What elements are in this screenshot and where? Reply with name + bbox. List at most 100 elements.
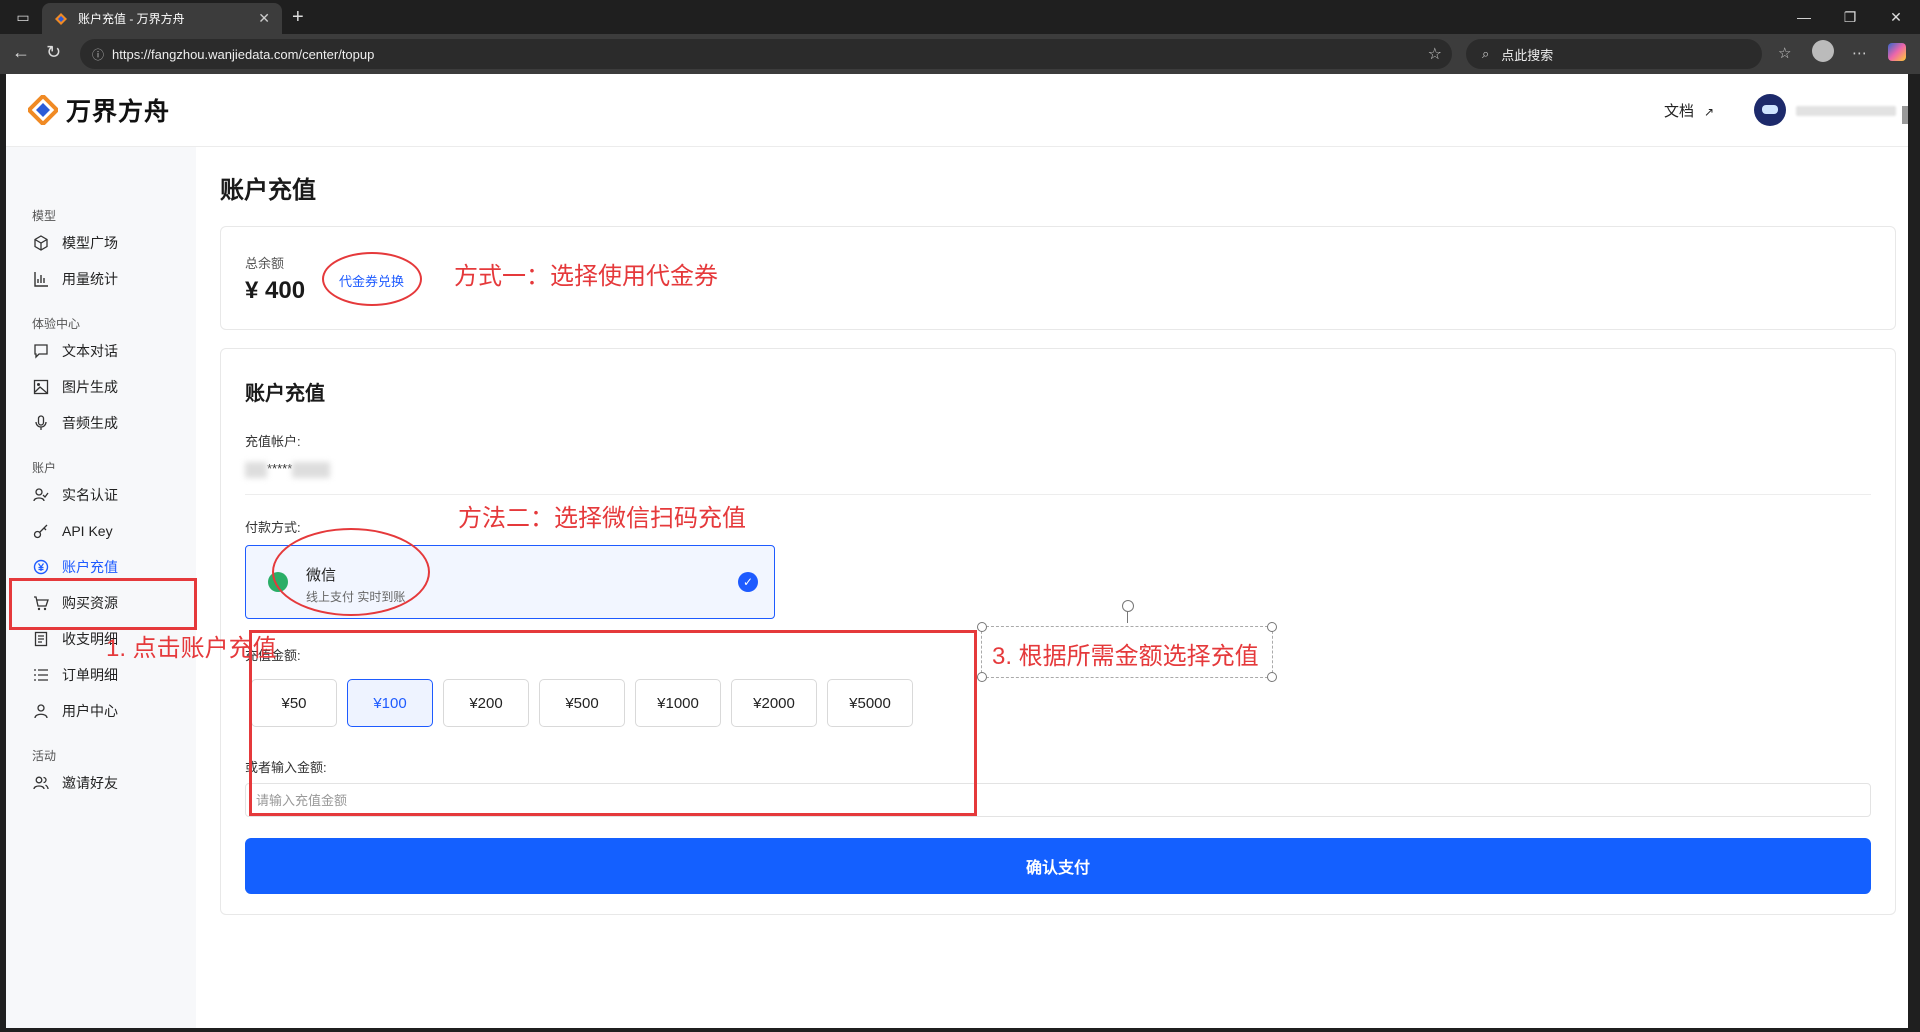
sidebar-section-activity: 活动 [32, 749, 57, 763]
browser-tab-bar: ▭ 账户充值 - 万界方舟 ✕ + — ❐ ✕ [0, 0, 1920, 34]
tab-close-icon[interactable]: ✕ [258, 10, 270, 27]
user-check-icon [32, 486, 50, 504]
docs-link[interactable]: 文档 ↗ [1664, 100, 1714, 121]
sidebar-item-label: 图片生成 [62, 379, 118, 395]
sidebar-item-image-gen[interactable]: 图片生成 [32, 375, 118, 399]
resize-handle[interactable] [1267, 672, 1277, 682]
browser-tab[interactable]: 账户充值 - 万界方舟 ✕ [42, 3, 282, 34]
tab-title: 账户充值 - 万界方舟 [78, 12, 185, 26]
sidebar-item-label: 实名认证 [62, 487, 118, 503]
balance-value: ¥ 400 [245, 277, 306, 304]
resize-handle[interactable] [977, 622, 987, 632]
restore-icon[interactable]: ❐ [1827, 0, 1873, 34]
sidebar-item-label: 用户中心 [62, 703, 118, 719]
account-masked: ***** [267, 461, 293, 476]
user-icon [32, 702, 50, 720]
site-header: 万界方舟 文档 ↗ [6, 74, 1908, 147]
sidebar-item-user-center[interactable]: 用户中心 [32, 699, 118, 723]
sidebar-item-orders[interactable]: 订单明细 [32, 663, 118, 687]
annotation-ellipse-voucher [322, 252, 422, 306]
rotate-handle[interactable] [1122, 600, 1134, 612]
annotation-rect-topup [9, 578, 197, 630]
minimize-icon[interactable]: — [1781, 0, 1827, 34]
url-text: https://fangzhou.wanjiedata.com/center/t… [112, 46, 375, 62]
more-icon[interactable]: ⋯ [1852, 44, 1867, 62]
sidebar-item-label: 模型广场 [62, 235, 118, 251]
window-close-icon[interactable]: ✕ [1873, 0, 1919, 34]
annotation-ellipse-wechat [272, 528, 430, 616]
browser-search-box[interactable]: ⌕ 点此搜索 [1466, 39, 1762, 69]
list-icon [32, 666, 50, 684]
sidebar-section-model: 模型 [32, 209, 57, 223]
chat-icon [32, 342, 50, 360]
sidebar-item-label: 订单明细 [62, 667, 118, 683]
sidebar-item-label: 音频生成 [62, 415, 118, 431]
sidebar-item-text-chat[interactable]: 文本对话 [32, 339, 118, 363]
sidebar-item-invite[interactable]: 邀请好友 [32, 771, 118, 795]
sidebar-item-label: 文本对话 [62, 343, 118, 359]
sidebar-item-model-square[interactable]: 模型广场 [32, 231, 118, 255]
logo[interactable]: 万界方舟 [28, 92, 170, 128]
doc-icon [32, 630, 50, 648]
address-bar[interactable]: ⓘ https://fangzhou.wanjiedata.com/center… [80, 39, 1452, 69]
profile-icon[interactable] [1812, 40, 1834, 62]
resize-handle[interactable] [977, 672, 987, 682]
favorite-star-icon[interactable]: ☆ [1428, 44, 1442, 64]
confirm-pay-button[interactable]: 确认支付 [245, 838, 1871, 894]
sidebar-item-api-key[interactable]: API Key [32, 519, 113, 543]
blurred-text [292, 461, 331, 478]
sidebar-item-label: 账户充值 [62, 559, 118, 575]
sidebar-item-audio-gen[interactable]: 音频生成 [32, 411, 118, 435]
page-title: 账户充值 [220, 177, 316, 204]
avatar[interactable] [1754, 94, 1786, 126]
sidebar-item-label: 邀请好友 [62, 775, 118, 791]
topup-card-title: 账户充值 [245, 383, 325, 405]
browser-toolbar: ← ↻ ⓘ https://fangzhou.wanjiedata.com/ce… [0, 34, 1920, 74]
users-icon [32, 774, 50, 792]
web-page: 万界方舟 文档 ↗ 模型 模型广场 用量统计 体验中心 文本对话 图片生成 音频… [6, 74, 1908, 1028]
annotation-textbox[interactable]: 3. 根据所需金额选择充值 [981, 626, 1273, 678]
check-icon: ✓ [738, 572, 758, 592]
search-placeholder: 点此搜索 [1501, 47, 1554, 63]
balance-label: 总余额 [245, 256, 285, 271]
external-link-icon: ↗ [1704, 105, 1715, 119]
yen-icon [32, 558, 50, 576]
account-label: 充值帐户: [245, 434, 301, 449]
scrollbar-thumb[interactable] [1902, 106, 1908, 124]
blurred-text [245, 461, 267, 478]
reload-icon[interactable]: ↻ [46, 42, 61, 63]
divider [245, 494, 1871, 495]
sidebar-section-account: 账户 [32, 461, 57, 475]
favicon-icon [55, 12, 67, 25]
site-info-icon[interactable]: ⓘ [92, 46, 104, 63]
search-icon: ⌕ [1482, 46, 1490, 61]
bar-chart-icon [32, 270, 50, 288]
annotation-step3: 3. 根据所需金额选择充值 [992, 643, 1259, 670]
logo-icon [28, 95, 58, 125]
key-icon [32, 522, 50, 540]
rotate-handle-line [1127, 611, 1128, 623]
annotation-rect-amounts [249, 630, 977, 816]
sidebar-item-topup[interactable]: 账户充值 [32, 555, 118, 579]
cube-icon [32, 234, 50, 252]
image-icon [32, 378, 50, 396]
annotation-method1: 方式一：选择使用代金券 [454, 263, 718, 290]
account-value: ***** [245, 461, 331, 478]
new-tab-icon[interactable]: + [292, 6, 304, 29]
mic-icon [32, 414, 50, 432]
sidebar-section-experience: 体验中心 [32, 317, 81, 331]
payment-label: 付款方式: [245, 520, 301, 535]
logo-text: 万界方舟 [66, 98, 171, 126]
sidebar-item-usage[interactable]: 用量统计 [32, 267, 118, 291]
sidebar-item-verification[interactable]: 实名认证 [32, 483, 118, 507]
favorites-icon[interactable]: ☆ [1778, 44, 1791, 62]
docs-label: 文档 [1664, 103, 1695, 120]
annotation-method2: 方法二：选择微信扫码充值 [458, 505, 746, 532]
sidebar-item-label: API Key [62, 523, 113, 539]
sidebar-item-label: 用量统计 [62, 271, 118, 287]
copilot-icon[interactable] [1888, 43, 1906, 61]
sidebar-toggle-icon[interactable]: ▭ [0, 0, 46, 34]
back-icon[interactable]: ← [12, 42, 30, 63]
resize-handle[interactable] [1267, 622, 1277, 632]
username-blurred[interactable] [1796, 106, 1896, 116]
